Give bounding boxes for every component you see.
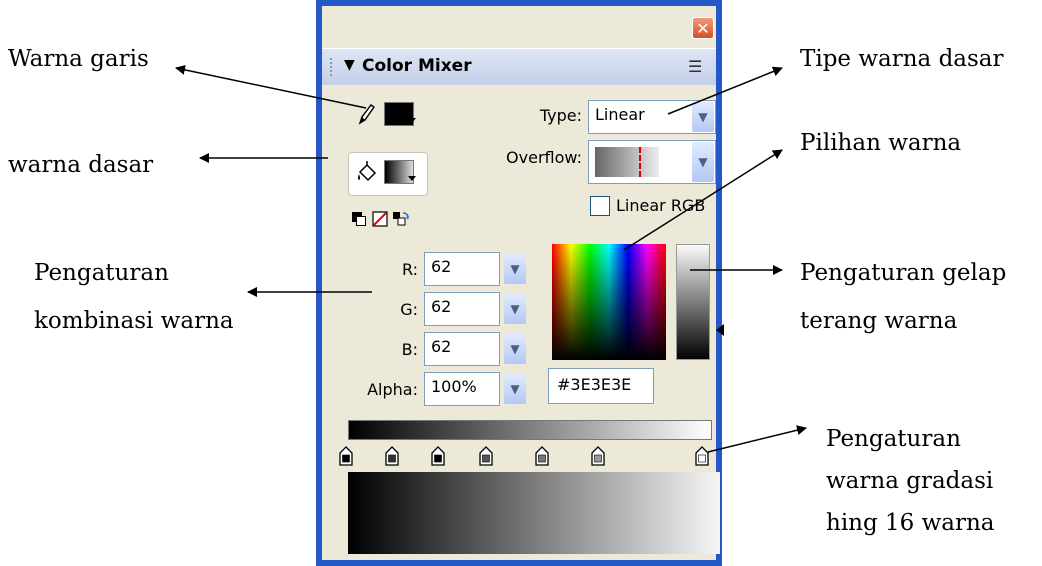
arrow-stroke-color [175, 64, 367, 109]
annotation-arrows [175, 64, 807, 453]
arrow-fill-type [667, 66, 783, 115]
arrow-color-picker [623, 149, 783, 251]
arrow-gradient [707, 425, 807, 453]
